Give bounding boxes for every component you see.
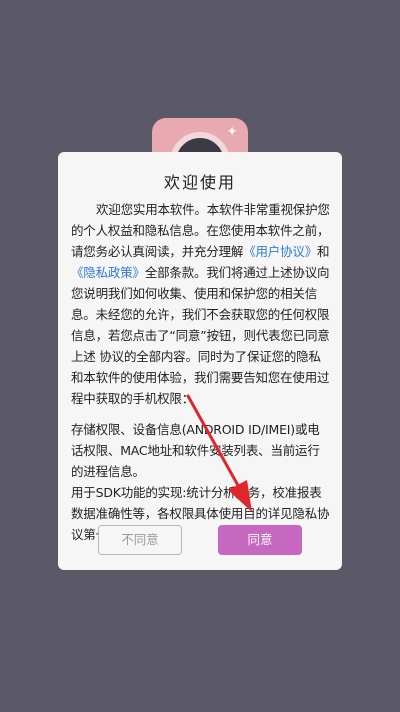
dialog-title: 欢迎使用 — [163, 173, 236, 192]
agree-button[interactable]: 同意 — [218, 525, 302, 555]
privacy-dialog: 欢迎使用 欢迎您实用本软件。本软件非常重视保护您的个人权益和隐私信息。在您使用本… — [58, 152, 342, 570]
sparkle-icon: ✦ — [226, 124, 238, 140]
intro-paragraph: 欢迎您实用本软件。本软件非常重视保护您的个人权益和隐私信息。在您使用本软件之前，… — [71, 199, 330, 409]
permissions-paragraph: 存储权限、设备信息(ANDROID ID/IMEI)或电话权限、MAC地址和软件… — [71, 422, 320, 479]
user-agreement-link[interactable]: 《用户协议》 — [243, 244, 317, 259]
privacy-policy-link[interactable]: 《隐私政策》 — [71, 265, 145, 280]
conjunction-text: 和 — [317, 244, 330, 259]
disagree-button[interactable]: 不同意 — [98, 525, 182, 555]
intro-text-cont: 全部条款。我们将通过上述协议向您说明我们如何收集、使用和保护您的相关信息。未经您… — [71, 265, 330, 406]
dialog-body: 欢迎您实用本软件。本软件非常重视保护您的个人权益和隐私信息。在您使用本软件之前，… — [71, 199, 330, 545]
